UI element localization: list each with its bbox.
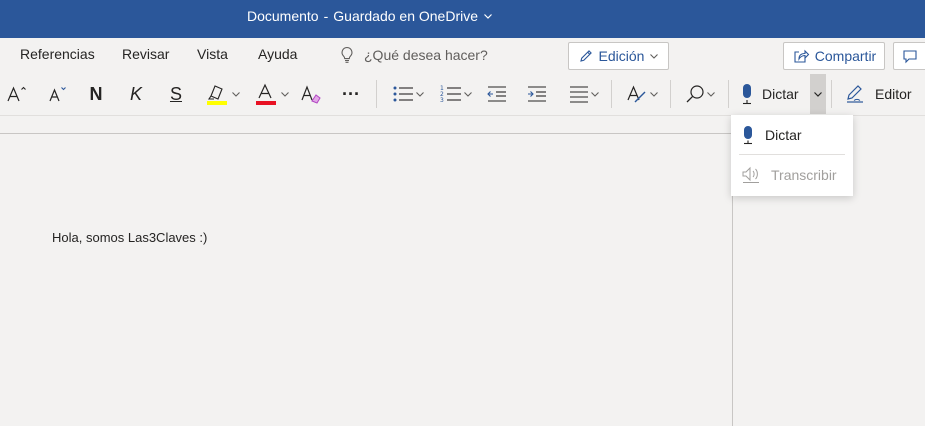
dictate-menu: Dictar Transcribir <box>731 115 853 196</box>
styles-button[interactable] <box>622 80 662 108</box>
menu-item-transcribe-label: Transcribir <box>771 167 837 183</box>
ribbon-divider <box>670 80 671 108</box>
dictate-button[interactable]: Dictar <box>737 80 810 108</box>
document-canvas[interactable] <box>0 134 732 426</box>
editor-pen-icon <box>847 85 863 103</box>
chevron-down-icon <box>650 54 659 59</box>
menu-item-dictate-label: Dictar <box>765 127 802 143</box>
tab-referencias[interactable]: Referencias <box>20 46 95 62</box>
decrease-indent-button[interactable] <box>484 80 510 108</box>
highlighter-icon <box>207 85 227 105</box>
lightbulb-icon <box>341 46 353 63</box>
grow-font-button[interactable] <box>4 80 30 108</box>
shrink-font-button[interactable] <box>44 80 70 108</box>
chevron-down-icon <box>591 92 599 97</box>
document-title[interactable]: Documento - Guardado en OneDrive <box>247 0 493 32</box>
title-bar: Documento - Guardado en OneDrive <box>0 0 925 38</box>
increase-indent-button[interactable] <box>524 80 550 108</box>
chevron-down-icon <box>416 92 424 97</box>
font-color-icon <box>256 83 276 105</box>
ribbon-toolbar: N K S ··· 1 2 3 Dictar Editor <box>0 72 925 116</box>
document-name: Documento <box>247 8 319 24</box>
grow-font-icon <box>7 86 26 102</box>
chevron-down-icon <box>232 92 240 97</box>
find-button[interactable] <box>680 80 720 108</box>
share-icon <box>794 49 810 63</box>
document-body-text[interactable]: Hola, somos Las3Claves :) <box>52 230 207 245</box>
ribbon-divider <box>611 80 612 108</box>
microphone-icon <box>743 84 751 105</box>
search-icon <box>686 85 704 103</box>
chevron-down-icon <box>707 92 715 97</box>
numbering-button[interactable]: 1 2 3 <box>436 80 476 108</box>
tab-revisar[interactable]: Revisar <box>122 46 169 62</box>
ribbon-divider <box>831 80 832 108</box>
editing-mode-button[interactable]: Edición <box>568 42 669 70</box>
transcribe-icon <box>742 166 759 183</box>
styles-icon <box>627 85 646 103</box>
strikethrough-button[interactable]: S <box>164 80 188 108</box>
shrink-font-icon <box>49 87 66 102</box>
ribbon-tabs: Referencias Revisar Vista Ayuda ¿Qué des… <box>0 38 925 72</box>
numbered-list-icon: 1 2 3 <box>440 85 461 104</box>
editor-label: Editor <box>875 86 912 102</box>
alignment-button[interactable] <box>564 80 604 108</box>
chevron-down-icon <box>814 92 822 97</box>
font-color-button[interactable] <box>252 80 292 108</box>
dictate-label: Dictar <box>762 86 799 102</box>
chevron-down-icon <box>484 14 492 19</box>
chevron-down-icon <box>650 92 658 97</box>
ribbon-divider <box>728 80 729 108</box>
svg-text:3: 3 <box>440 97 444 104</box>
menu-item-dictate[interactable]: Dictar <box>731 116 853 154</box>
menu-divider <box>739 154 845 155</box>
comments-button[interactable] <box>893 42 925 70</box>
more-options-button[interactable]: ··· <box>338 80 364 108</box>
clear-formatting-icon <box>301 85 321 104</box>
chevron-down-icon <box>464 92 472 97</box>
tab-vista[interactable]: Vista <box>197 46 228 62</box>
align-justify-icon <box>570 86 588 103</box>
increase-indent-icon <box>528 86 546 102</box>
ribbon-divider <box>376 80 377 108</box>
bold-button[interactable]: N <box>84 80 108 108</box>
bulleted-list-icon <box>393 86 413 102</box>
tab-ayuda[interactable]: Ayuda <box>258 46 297 62</box>
tell-me-placeholder: ¿Qué desea hacer? <box>364 47 488 63</box>
save-status: Guardado en OneDrive <box>333 8 479 24</box>
menu-item-transcribe: Transcribir <box>731 156 853 194</box>
share-button[interactable]: Compartir <box>783 42 885 70</box>
microphone-icon <box>744 126 752 145</box>
editor-button[interactable]: Editor <box>842 80 917 108</box>
italic-button[interactable]: K <box>124 80 148 108</box>
clear-formatting-button[interactable] <box>298 80 324 108</box>
bullets-button[interactable] <box>388 80 428 108</box>
highlight-color-button[interactable] <box>203 80 243 108</box>
dictate-dropdown-button[interactable] <box>810 74 826 114</box>
editing-mode-label: Edición <box>598 48 645 64</box>
pencil-icon <box>579 50 592 62</box>
decrease-indent-icon <box>487 86 506 102</box>
tell-me-search[interactable]: ¿Qué desea hacer? <box>340 44 488 66</box>
title-separator: - <box>323 8 329 24</box>
chevron-down-icon <box>281 92 289 97</box>
comment-icon <box>903 50 917 64</box>
share-label: Compartir <box>814 48 877 64</box>
